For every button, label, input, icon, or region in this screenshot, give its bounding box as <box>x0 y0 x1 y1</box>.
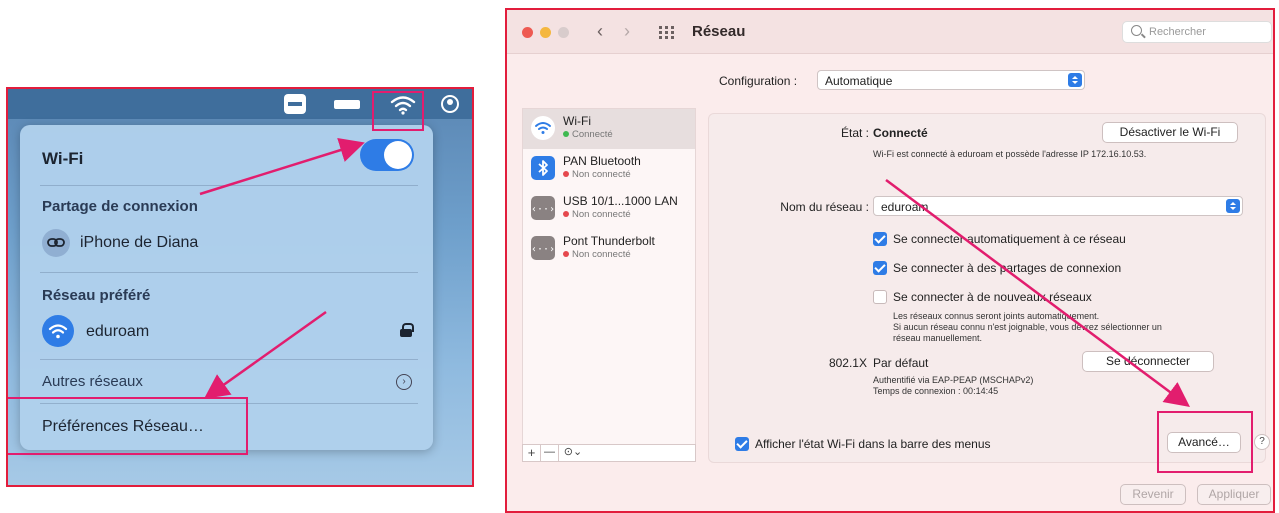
state-value: Connecté <box>873 126 928 140</box>
highlight-wifi-icon <box>372 91 424 131</box>
help-button[interactable]: ? <box>1254 434 1270 450</box>
network-service-list: Wi-Fi Connecté PAN Bluetooth Non connect… <box>522 108 696 460</box>
network-preferences-window: ‹ › Réseau Rechercher Configuration : Au… <box>505 8 1275 513</box>
revert-button[interactable]: Revenir <box>1120 484 1186 505</box>
lock-icon <box>400 323 414 337</box>
network-name-select[interactable]: eduroam <box>873 196 1243 216</box>
ask-new-note-line2: Si aucun réseau connu n'est joignable, v… <box>893 322 1162 332</box>
select-arrows-icon <box>1226 199 1240 213</box>
show-status-label: Afficher l'état Wi-Fi dans la barre des … <box>755 437 991 451</box>
wifi-toggle[interactable] <box>360 139 414 171</box>
apply-button[interactable]: Appliquer <box>1197 484 1271 505</box>
service-name: USB 10/1...1000 LAN <box>563 194 678 208</box>
configuration-value: Automatique <box>825 74 893 88</box>
preferred-network-heading: Réseau préféré <box>42 287 151 304</box>
hotspot-heading: Partage de connexion <box>42 198 198 215</box>
configuration-select[interactable]: Automatique <box>817 70 1085 90</box>
dot1x-value: Par défaut <box>873 356 929 370</box>
service-item-wifi[interactable]: Wi-Fi Connecté <box>523 109 695 149</box>
show-status-checkbox[interactable] <box>735 437 749 451</box>
svg-text:‹··›: ‹··› <box>531 244 555 255</box>
divider <box>40 359 418 360</box>
hotspot-join-label: Se connecter à des partages de connexion <box>893 261 1122 275</box>
hotspot-link-icon <box>42 229 70 257</box>
back-button[interactable]: ‹ <box>597 21 603 42</box>
bluetooth-icon <box>531 156 555 180</box>
service-name: Pont Thunderbolt <box>563 234 655 248</box>
service-name: Wi-Fi <box>563 114 591 128</box>
configuration-label: Configuration : <box>719 74 798 88</box>
network-name-label: Nom du réseau : <box>780 200 869 214</box>
service-status: Non connecté <box>572 249 631 260</box>
highlight-advanced-button <box>1157 411 1253 473</box>
show-all-grid-icon[interactable] <box>659 26 675 39</box>
deactivate-wifi-button[interactable]: Désactiver le Wi-Fi <box>1102 122 1238 143</box>
ask-new-note-line1: Les réseaux connus seront joints automat… <box>893 311 1100 321</box>
service-status: Connecté <box>572 129 613 140</box>
hotspot-item[interactable]: iPhone de Diana <box>80 234 198 252</box>
status-dot-icon <box>563 211 569 217</box>
service-actions-menu[interactable]: ⊙⌄ <box>559 445 587 461</box>
service-status: Non connecté <box>572 169 631 180</box>
status-dot-icon <box>563 171 569 177</box>
select-arrows-icon <box>1068 73 1082 87</box>
auth-info: Authentifié via EAP-PEAP (MSCHAPv2) <box>873 375 1034 385</box>
macos-wifi-menu-screenshot: Wi-Fi Partage de connexion iPhone de Dia… <box>6 87 474 487</box>
window-title: Réseau <box>692 23 746 40</box>
svg-text:‹··›: ‹··› <box>531 204 555 215</box>
service-status: Non connecté <box>572 209 631 220</box>
wifi-icon <box>531 116 555 140</box>
forward-button[interactable]: › <box>624 21 630 42</box>
state-label: État : <box>840 126 869 140</box>
close-window-button[interactable] <box>522 27 533 38</box>
search-icon <box>1131 25 1142 36</box>
search-input[interactable]: Rechercher <box>1122 21 1272 43</box>
service-item-thunderbolt[interactable]: ‹··› Pont Thunderbolt Non connecté <box>523 229 695 269</box>
user-account-icon[interactable] <box>441 95 459 113</box>
service-item-bluetooth[interactable]: PAN Bluetooth Non connecté <box>523 149 695 189</box>
auto-join-checkbox[interactable] <box>873 232 887 246</box>
minimize-window-button[interactable] <box>540 27 551 38</box>
hotspot-join-checkbox[interactable] <box>873 261 887 275</box>
preferred-network-item[interactable]: eduroam <box>86 323 149 341</box>
auto-join-label: Se connecter automatiquement à ce réseau <box>893 232 1126 246</box>
service-list-controls: + — ⊙⌄ <box>522 444 696 462</box>
wifi-icon <box>42 315 74 347</box>
other-networks-item[interactable]: Autres réseaux <box>42 373 143 390</box>
dot1x-label: 802.1X <box>828 356 867 370</box>
connection-time: Temps de connexion : 00:14:45 <box>873 386 999 396</box>
remove-service-button[interactable]: — <box>541 445 559 461</box>
teamviewer-icon[interactable] <box>284 94 306 114</box>
state-description: Wi-Fi est connecté à eduroam et possède … <box>873 149 1147 159</box>
divider <box>40 185 418 186</box>
ask-new-networks-label: Se connecter à de nouveaux réseaux <box>893 290 1092 304</box>
wifi-title: Wi-Fi <box>42 149 84 168</box>
zoom-window-button[interactable] <box>558 27 569 38</box>
service-name: PAN Bluetooth <box>563 154 641 168</box>
ethernet-icon: ‹··› <box>531 236 555 260</box>
service-item-usb-lan[interactable]: ‹··› USB 10/1...1000 LAN Non connecté <box>523 189 695 229</box>
highlight-preferences-link <box>8 397 248 455</box>
add-service-button[interactable]: + <box>523 445 541 461</box>
status-dot-icon <box>563 251 569 257</box>
network-name-value: eduroam <box>881 200 929 214</box>
battery-icon[interactable] <box>334 100 360 109</box>
ask-new-note-line3: réseau manuellement. <box>893 333 983 343</box>
title-bar: ‹ › Réseau Rechercher <box>507 10 1273 54</box>
chevron-right-icon[interactable]: › <box>396 374 412 390</box>
ethernet-icon: ‹··› <box>531 196 555 220</box>
ask-new-networks-checkbox[interactable] <box>873 290 887 304</box>
disconnect-button[interactable]: Se déconnecter <box>1082 351 1214 372</box>
search-placeholder: Rechercher <box>1149 26 1206 38</box>
status-dot-icon <box>563 131 569 137</box>
divider <box>40 272 418 273</box>
